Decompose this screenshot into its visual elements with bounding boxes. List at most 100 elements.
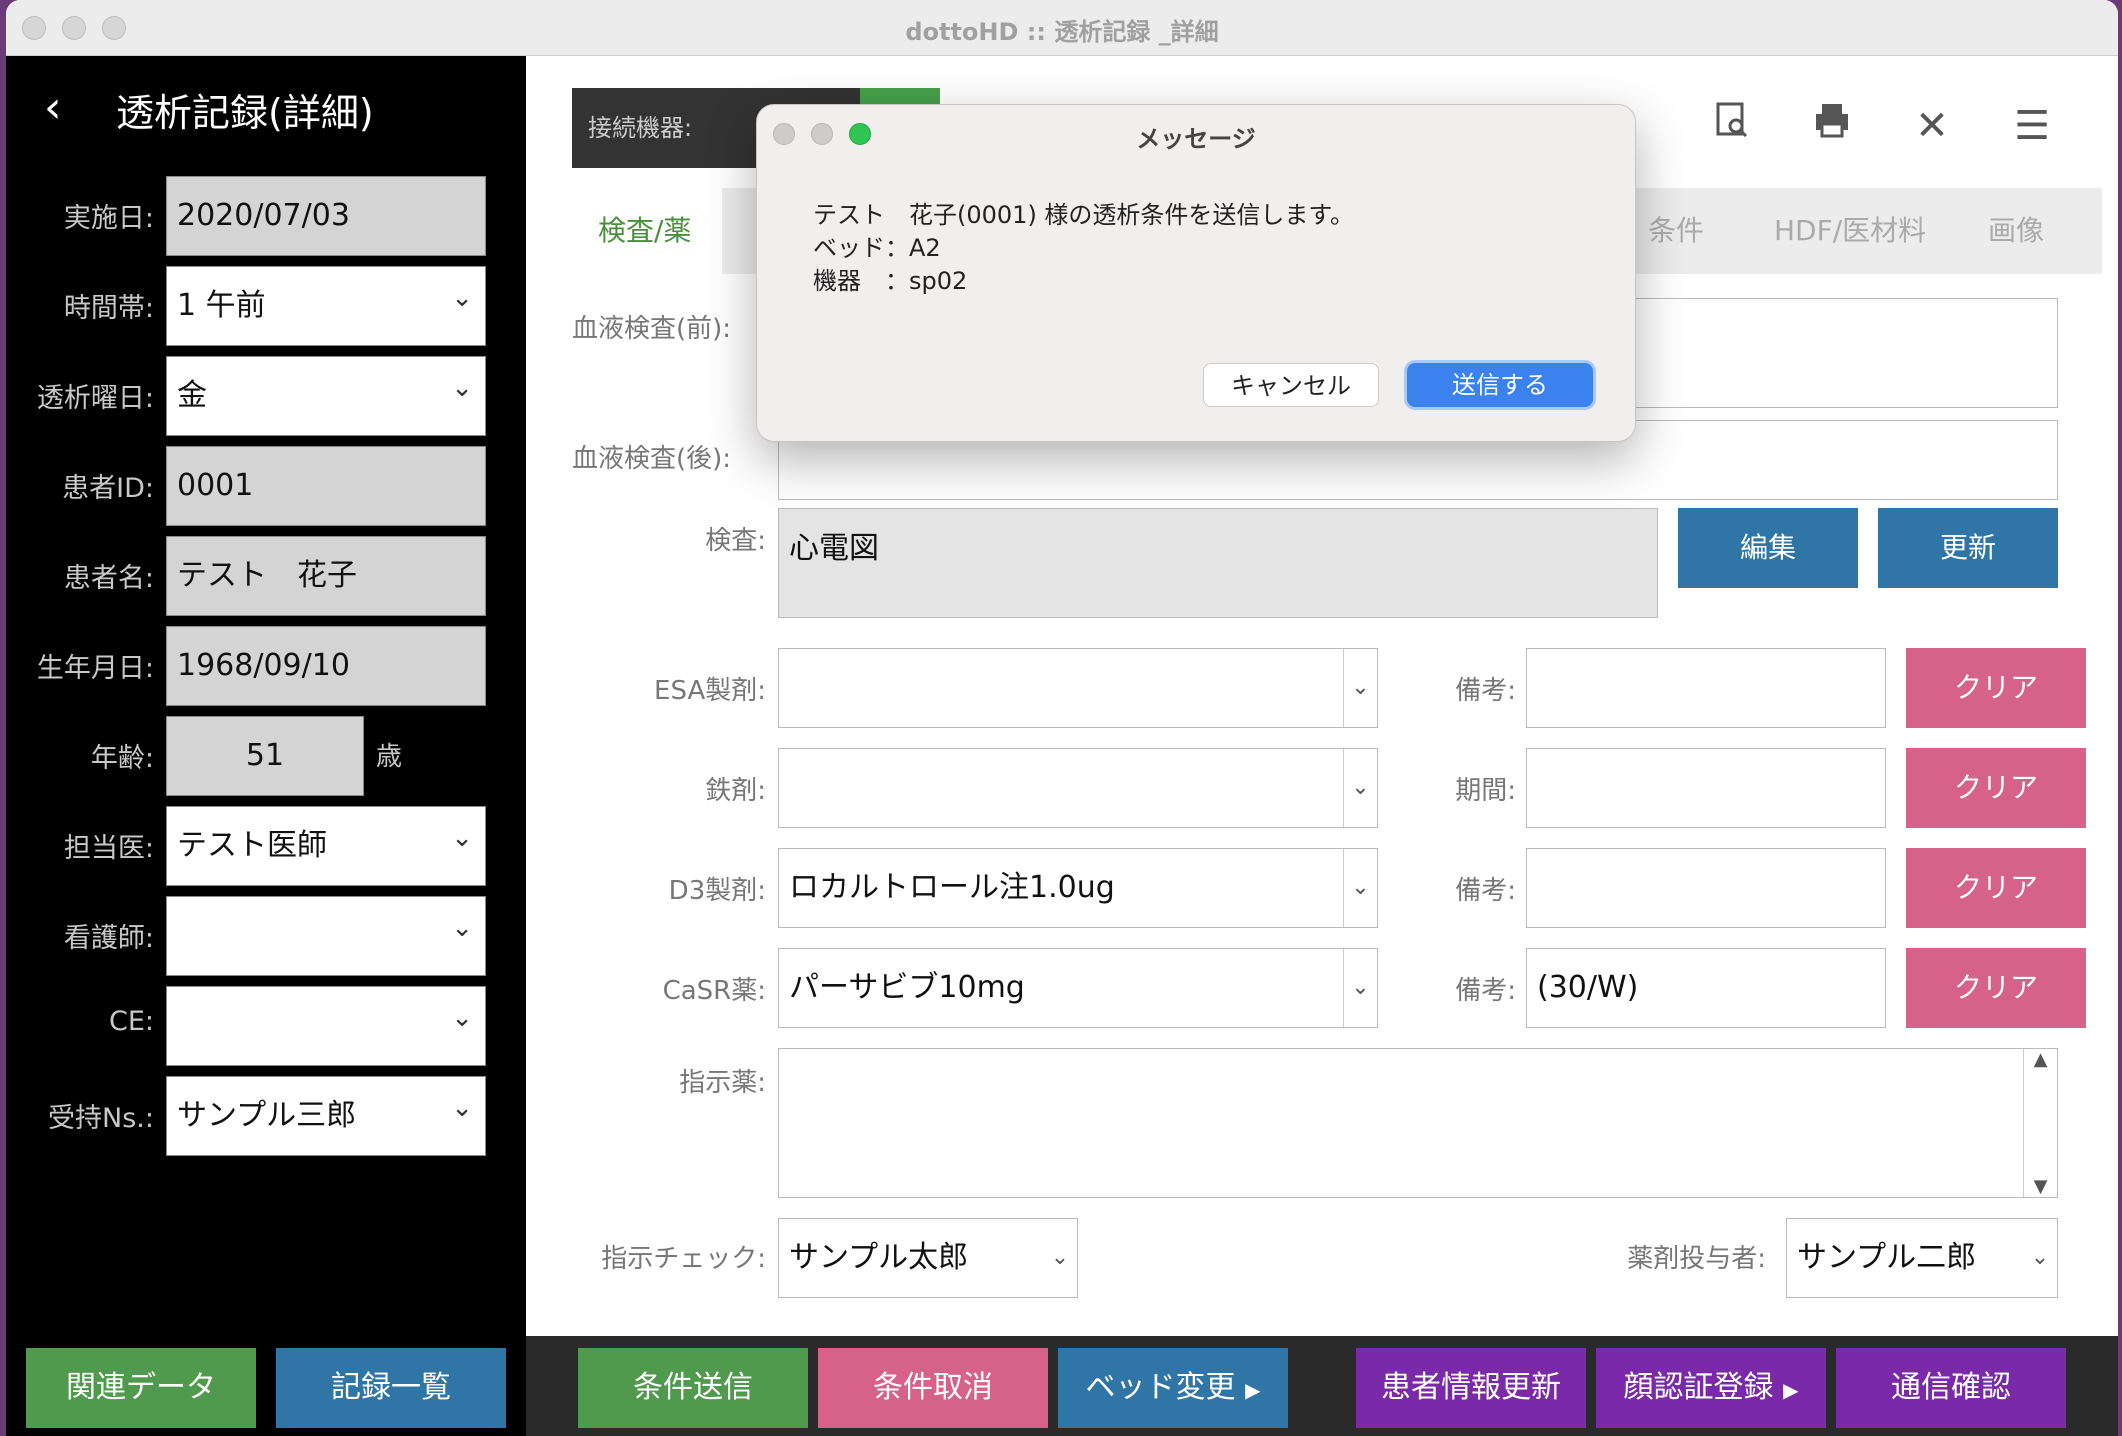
connection-check-button[interactable]: 通信確認 — [1836, 1348, 2066, 1428]
ce-label: CE: — [108, 1006, 154, 1037]
doctor-select[interactable]: テスト医師 — [166, 799, 486, 886]
d3-note-field[interactable] — [1526, 848, 1886, 928]
tab-exam-medicine[interactable]: 検査/薬 — [572, 188, 722, 274]
esa-note-field[interactable] — [1526, 648, 1886, 728]
patient-name-label: 患者名: — [63, 563, 154, 594]
dialog-title: メッセージ — [1136, 125, 1256, 153]
patient-name-field: テスト 花子 — [166, 536, 486, 616]
dialog-message-line-3: 機器 ：sp02 — [813, 267, 968, 295]
sidebar: ‹ 透析記録(詳細) 実施日: 2020/07/03 時間帯: 1 午前 透析曜… — [6, 56, 526, 1436]
exam-field: 心電図 — [778, 508, 1658, 618]
iron-clear-button[interactable]: クリア — [1906, 748, 2086, 828]
blood-test-pre-label: 血液検査(前): — [572, 314, 732, 344]
window-title: dottoHD :: 透析記録 _詳細 — [905, 18, 1219, 46]
casr-note-label: 備考: — [1455, 976, 1516, 1006]
preview-icon[interactable] — [1706, 100, 1758, 152]
date-field[interactable]: 2020/07/03 — [166, 176, 486, 256]
print-icon[interactable] — [1806, 100, 1858, 152]
patient-id-label: 患者ID: — [62, 473, 154, 504]
esa-clear-button[interactable]: クリア — [1906, 648, 2086, 728]
timeslot-label: 時間帯: — [63, 293, 154, 324]
instruction-check-label: 指示チェック: — [601, 1244, 766, 1274]
doctor-label: 担当医: — [63, 833, 154, 864]
birthdate-field: 1968/09/10 — [166, 626, 486, 706]
blood-test-post-label: 血液検査(後): — [572, 444, 732, 474]
date-label: 実施日: — [63, 203, 154, 234]
related-data-button[interactable]: 関連データ — [26, 1348, 256, 1428]
d3-select[interactable]: ロカルトロール注1.0ug ⌄ — [778, 848, 1378, 928]
nurse-select[interactable] — [166, 889, 486, 976]
nurse-label: 看護師: — [63, 923, 154, 954]
administrator-label: 薬剤投与者: — [1627, 1244, 1766, 1274]
patient-id-field: 0001 — [166, 446, 486, 526]
timeslot-select[interactable]: 1 午前 — [166, 259, 486, 346]
scroll-up-icon[interactable]: ▲ — [2024, 1049, 2057, 1070]
esa-label: ESA製剤: — [654, 676, 766, 706]
casr-note-field[interactable]: (30/W) — [1526, 948, 1886, 1028]
title-bar: dottoHD :: 透析記録 _詳細 — [6, 0, 2118, 56]
chevron-down-icon: ⌄ — [1343, 649, 1377, 727]
tab-conditions[interactable]: 条件 — [1632, 188, 1732, 274]
administrator-value: サンプル二郎 — [1797, 1240, 1977, 1275]
caret-right-icon: ▶ — [1783, 1378, 1799, 1402]
instruction-textarea[interactable]: ▲ ▼ — [778, 1048, 2058, 1198]
scrollbar[interactable]: ▲ ▼ — [2023, 1049, 2057, 1197]
weekday-label: 透析曜日: — [36, 383, 154, 414]
chevron-down-icon: ⌄ — [2030, 1245, 2050, 1270]
esa-note-label: 備考: — [1455, 676, 1516, 706]
send-conditions-button[interactable]: 条件送信 — [578, 1348, 808, 1428]
instruction-check-value: サンプル太郎 — [789, 1240, 969, 1275]
record-list-button[interactable]: 記録一覧 — [276, 1348, 506, 1428]
edit-button[interactable]: 編集 — [1678, 508, 1858, 588]
app-window: dottoHD :: 透析記録 _詳細 ‹ 透析記録(詳細) 実施日: 2020… — [6, 0, 2118, 1436]
birthdate-label: 生年月日: — [36, 653, 154, 684]
face-auth-register-button[interactable]: 顔認証登録 ▶ — [1596, 1348, 1826, 1428]
iron-select[interactable]: ⌄ — [778, 748, 1378, 828]
chevron-down-icon: ⌄ — [1343, 749, 1377, 827]
age-unit: 歳 — [376, 742, 403, 772]
iron-period-field[interactable] — [1526, 748, 1886, 828]
iron-period-label: 期間: — [1455, 776, 1516, 806]
chevron-down-icon: ⌄ — [1343, 849, 1377, 927]
close-icon[interactable]: ✕ — [1906, 100, 1958, 152]
d3-note-label: 備考: — [1455, 876, 1516, 906]
d3-label: D3製剤: — [668, 876, 766, 906]
caret-right-icon: ▶ — [1245, 1378, 1261, 1402]
age-label: 年齢: — [90, 743, 154, 774]
weekday-select[interactable]: 金 — [166, 349, 486, 436]
bed-change-button[interactable]: ベッド変更 ▶ — [1058, 1348, 1288, 1428]
dialog-send-button[interactable]: 送信する — [1407, 363, 1593, 407]
casr-clear-button[interactable]: クリア — [1906, 948, 2086, 1028]
message-dialog: メッセージ テスト 花子(0001) 様の透析条件を送信します。 ベッド：A2 … — [756, 104, 1636, 442]
casr-select[interactable]: パーサビブ10mg ⌄ — [778, 948, 1378, 1028]
face-auth-register-label: 顔認証登録 — [1623, 1370, 1774, 1405]
update-patient-info-button[interactable]: 患者情報更新 — [1356, 1348, 1586, 1428]
tab-images[interactable]: 画像 — [1988, 188, 2068, 274]
back-chevron-icon[interactable]: ‹ — [44, 86, 76, 130]
iron-label: 鉄剤: — [705, 776, 766, 806]
primary-nurse-select[interactable]: サンプル三郎 — [166, 1069, 486, 1156]
dialog-message-line-1: テスト 花子(0001) 様の透析条件を送信します。 — [813, 201, 1355, 229]
chevron-down-icon: ⌄ — [1050, 1245, 1070, 1270]
exam-label: 検査: — [705, 526, 766, 556]
instruction-check-select[interactable]: サンプル太郎 ⌄ — [778, 1218, 1078, 1298]
footer-toolbar: 条件送信 条件取消 ベッド変更 ▶ 患者情報更新 顔認証登録 ▶ 通信確認 — [526, 1336, 2118, 1436]
dialog-message-line-2: ベッド：A2 — [813, 234, 941, 262]
chevron-down-icon: ⌄ — [1343, 949, 1377, 1027]
esa-select[interactable]: ⌄ — [778, 648, 1378, 728]
cancel-conditions-button[interactable]: 条件取消 — [818, 1348, 1048, 1428]
scroll-down-icon[interactable]: ▼ — [2024, 1176, 2057, 1197]
ce-select[interactable] — [166, 979, 486, 1066]
casr-label: CaSR薬: — [662, 976, 766, 1006]
dialog-message: テスト 花子(0001) 様の透析条件を送信します。 ベッド：A2 機器 ：sp… — [813, 199, 1354, 298]
administrator-select[interactable]: サンプル二郎 ⌄ — [1786, 1218, 2058, 1298]
update-button[interactable]: 更新 — [1878, 508, 2058, 588]
tab-hdf-materials[interactable]: HDF/医材料 — [1774, 188, 1954, 274]
menu-icon[interactable]: ☰ — [2006, 100, 2058, 152]
age-field: 51 — [166, 716, 364, 796]
dialog-cancel-button[interactable]: キャンセル — [1203, 363, 1379, 407]
bed-change-label: ベッド変更 — [1085, 1370, 1236, 1405]
d3-clear-button[interactable]: クリア — [1906, 848, 2086, 928]
d3-value: ロカルトロール注1.0ug — [789, 870, 1115, 905]
primary-nurse-label: 受持Ns.: — [48, 1103, 154, 1134]
